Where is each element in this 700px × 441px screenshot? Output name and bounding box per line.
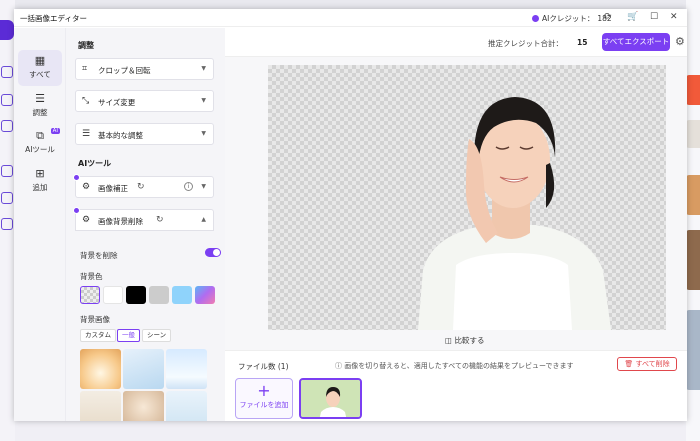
sliders-icon: ☰: [35, 92, 45, 105]
preview-toolbar: 推定クレジット合計： 15 すべてエクスポート ⚙: [225, 28, 687, 57]
gradient-swatch[interactable]: [195, 286, 215, 304]
reset-icon[interactable]: ↻: [137, 182, 145, 192]
export-all-button[interactable]: すべてエクスポート: [602, 33, 670, 51]
close-icon[interactable]: ✕: [670, 12, 678, 22]
bg-thumbnail: [686, 120, 700, 148]
credit-label: AIクレジット：: [542, 14, 595, 23]
app-logo: [0, 20, 14, 40]
file-tip: ⓘ 画像を切り替えると、適用したすべての機能の結果をプレビューできます: [335, 362, 574, 370]
bg-image-label: 背景画像: [80, 315, 110, 324]
bg-tab-general[interactable]: 一般: [117, 329, 140, 342]
crop-icon: ⌗: [82, 64, 88, 74]
black-swatch[interactable]: [126, 286, 146, 304]
bg-tab-scene[interactable]: シーン: [142, 329, 172, 342]
monitor-icon: [1, 218, 13, 230]
bg-tab-custom[interactable]: カスタム: [80, 329, 116, 342]
resize-icon: ⤡: [82, 96, 90, 106]
bg-image-thumb[interactable]: [166, 391, 207, 421]
remove-bg-toggle[interactable]: [205, 248, 221, 257]
nav-item-all[interactable]: ▦ すべて: [18, 50, 62, 86]
add-file-button[interactable]: + ファイルを追加: [235, 378, 293, 419]
bg-image-thumb[interactable]: [123, 391, 164, 421]
bg-image-thumb[interactable]: [166, 349, 207, 389]
blue-swatch[interactable]: [172, 286, 192, 304]
file-thumbnail[interactable]: [299, 378, 362, 419]
sliders-icon: ☰: [82, 129, 91, 139]
cart-icon[interactable]: 🛒: [627, 12, 638, 22]
chevron-up-icon: ▲: [201, 216, 206, 223]
refresh-credit-icon[interactable]: ⟳: [604, 12, 612, 22]
bg-thumbnail: [686, 230, 700, 290]
background-app-right: [686, 0, 700, 441]
nav-item-ai-tools[interactable]: AI ⧉ AIツール: [18, 125, 62, 161]
apps-icon: [1, 165, 13, 177]
enhance-icon: ⚙: [82, 182, 91, 192]
preview-area: 推定クレジット合計： 15 すべてエクスポート ⚙ ◫ 比較する ファイル数 (…: [225, 28, 687, 421]
remove-background-dropdown[interactable]: ⚙ 画像背景削除 ↻ ▲: [73, 207, 214, 231]
bg-thumbnail: [686, 75, 700, 105]
adjust-heading: 調整: [78, 41, 94, 50]
ai-tools-heading: AIツール: [78, 159, 112, 168]
credit-icon: [532, 15, 539, 22]
bg-thumbnail: [686, 310, 700, 390]
gray-swatch[interactable]: [149, 286, 169, 304]
ai-credit: AIクレジット： 182: [532, 13, 612, 24]
bg-image-thumb[interactable]: [80, 349, 121, 389]
estimated-credits-value: 15: [577, 38, 588, 47]
chevron-down-icon: ▼: [201, 130, 206, 137]
enabled-dot: [73, 174, 80, 181]
basic-adjust-dropdown[interactable]: ☰ 基本的な調整 ▼: [75, 123, 214, 145]
nav-item-adjust[interactable]: ☰ 調整: [18, 88, 62, 124]
portrait-image: [418, 97, 611, 330]
toolbox-icon: [1, 94, 13, 106]
add-box-icon: ⊞: [35, 167, 45, 180]
info-icon: ⓘ: [335, 362, 345, 370]
ai-badge: AI: [50, 128, 60, 134]
compare-toggle[interactable]: ◫ 比較する: [445, 335, 484, 346]
enabled-dot: [73, 207, 80, 214]
gear-icon[interactable]: ⚙: [675, 36, 685, 47]
remove-bg-icon: ⚙: [82, 215, 91, 225]
background-app-sidebar: [0, 0, 15, 441]
background-app-bottom: [15, 421, 686, 441]
trash-icon: 🗑: [624, 360, 636, 368]
white-swatch[interactable]: [103, 286, 123, 304]
category-nav: ▦ すべて ☰ 調整 AI ⧉ AIツール ⊞ 追加: [14, 28, 66, 421]
image-preview: [268, 65, 666, 330]
maximize-icon[interactable]: ☐: [650, 12, 658, 22]
resize-dropdown[interactable]: ⤡ サイズ変更 ▼: [75, 90, 214, 112]
crop-rotate-dropdown[interactable]: ⌗ クロップ＆回転 ▼: [75, 58, 214, 80]
bg-color-label: 背景色: [80, 272, 103, 281]
nav-item-add[interactable]: ⊞ 追加: [18, 163, 62, 199]
bg-image-thumb[interactable]: [80, 391, 121, 421]
image-enhance-dropdown[interactable]: ⚙ 画像補正 ↻ i ▼: [73, 174, 214, 198]
chevron-down-icon: ▼: [201, 65, 206, 72]
file-strip: ファイル数 (1) ⓘ 画像を切り替えると、適用したすべての機能の結果をプレビュ…: [225, 350, 687, 421]
file-count: ファイル数 (1): [238, 362, 289, 371]
image-icon: [1, 192, 13, 204]
grid-icon: ▦: [34, 54, 46, 67]
plus-icon: +: [257, 381, 271, 400]
settings-panel: 調整 ⌗ クロップ＆回転 ▼ ⤡ サイズ変更 ▼ ☰ 基本的な調整 ▼ AIツー…: [66, 28, 225, 421]
window-title: 一括画像エディター: [20, 14, 87, 23]
delete-all-button[interactable]: 🗑 すべて削除: [617, 357, 677, 371]
info-icon[interactable]: i: [184, 182, 193, 191]
bg-thumbnail: [686, 175, 700, 215]
remove-bg-toggle-label: 背景を削除: [80, 251, 118, 260]
transparent-swatch[interactable]: [80, 286, 100, 304]
estimated-credits-label: 推定クレジット合計：: [488, 39, 563, 48]
chevron-down-icon: ▼: [201, 97, 206, 104]
home-icon: [1, 66, 13, 78]
document-icon: [1, 120, 13, 132]
chevron-down-icon: ▼: [201, 183, 206, 190]
thumbnail-image: [301, 380, 360, 417]
title-bar: 一括画像エディター AIクレジット： 182 ⟳ 🛒 ☐ ✕: [14, 9, 687, 27]
batch-editor-dialog: 一括画像エディター AIクレジット： 182 ⟳ 🛒 ☐ ✕ ▦ すべて ☰ 調…: [14, 9, 687, 421]
bg-image-thumb[interactable]: [123, 349, 164, 389]
reset-icon[interactable]: ↻: [156, 215, 164, 225]
